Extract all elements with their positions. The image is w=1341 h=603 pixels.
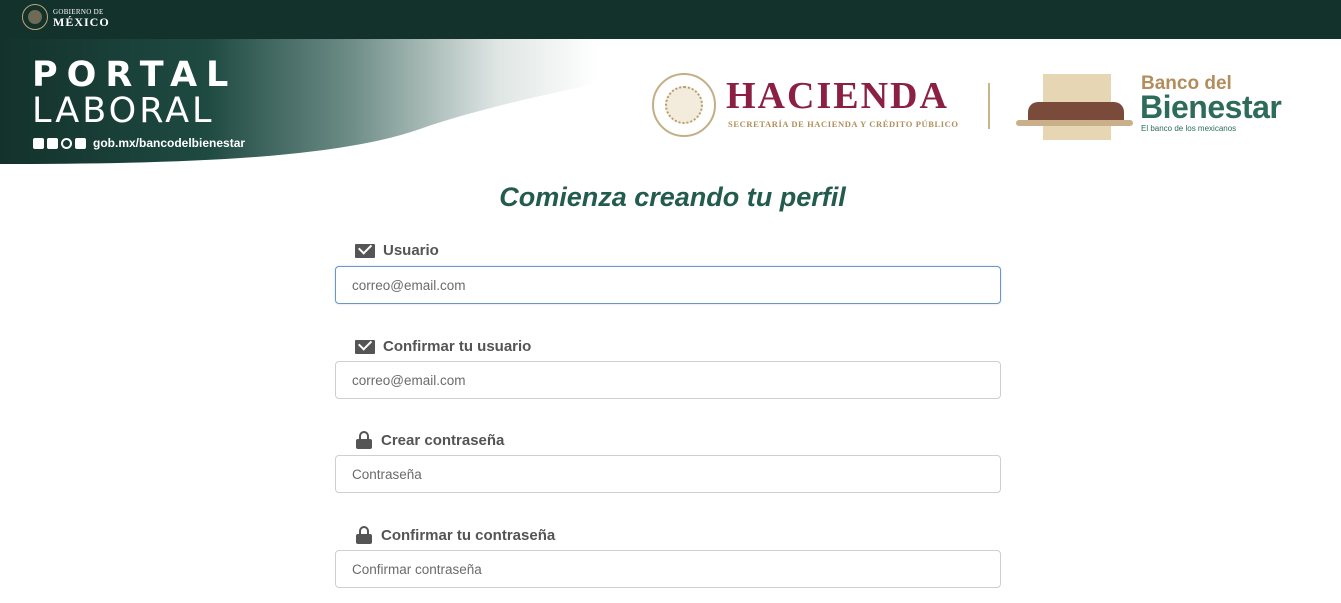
instagram-icon[interactable] [61,137,72,149]
crear-contrasena-label: Crear contraseña [355,431,504,449]
social-links: gob.mx/bancodelbienestar [33,136,245,150]
confirmar-contrasena-label-text: Confirmar tu contraseña [381,526,556,544]
envelope-icon [355,243,375,258]
lock-icon [355,526,373,544]
envelope-icon [355,339,375,354]
portal-title-line2: LABORAL [32,91,215,131]
bienestar-heroes-image [1016,72,1133,140]
lock-icon [355,431,373,449]
usuario-input[interactable] [335,266,1001,304]
form-title: Comienza creando tu perfil [499,182,846,212]
hacienda-seal-icon [652,73,716,137]
crear-contrasena-label-text: Crear contraseña [381,431,505,449]
usuario-label-text: Usuario [383,242,439,259]
social-url[interactable]: gob.mx/bancodelbienestar [93,136,245,150]
top-bar: GOBIERNO DE MÉXICO [0,0,1341,39]
bienestar-logo-big: Bienestar [1140,89,1282,125]
facebook-icon[interactable] [33,137,44,149]
crear-contrasena-input[interactable] [335,455,1001,493]
usuario-label: Usuario [355,242,439,259]
confirmar-contrasena-input[interactable] [335,550,1001,588]
twitter-icon[interactable] [47,137,58,149]
hacienda-subtitle: SECRETARÍA DE HACIENDA Y CRÉDITO PÚBLICO [728,119,959,129]
confirmar-contrasena-label: Confirmar tu contraseña [355,526,555,544]
portal-laboral-logo: PORTAL LABORAL [32,57,237,129]
confirmar-usuario-label-text: Confirmar tu usuario [383,338,532,355]
youtube-icon[interactable] [75,137,86,149]
confirmar-usuario-label: Confirmar tu usuario [355,338,531,355]
portal-title-line1: PORTAL [32,55,238,95]
gobierno-de-mexico-logo[interactable]: GOBIERNO DE MÉXICO [22,4,110,30]
gov-logo-line2: MÉXICO [53,15,110,29]
logo-divider [988,83,990,129]
bienestar-tagline: El banco de los mexicanos [1141,124,1237,133]
confirmar-usuario-input[interactable] [335,361,1001,399]
hacienda-name: HACIENDA [726,75,949,117]
gobierno-seal-icon [22,4,48,30]
